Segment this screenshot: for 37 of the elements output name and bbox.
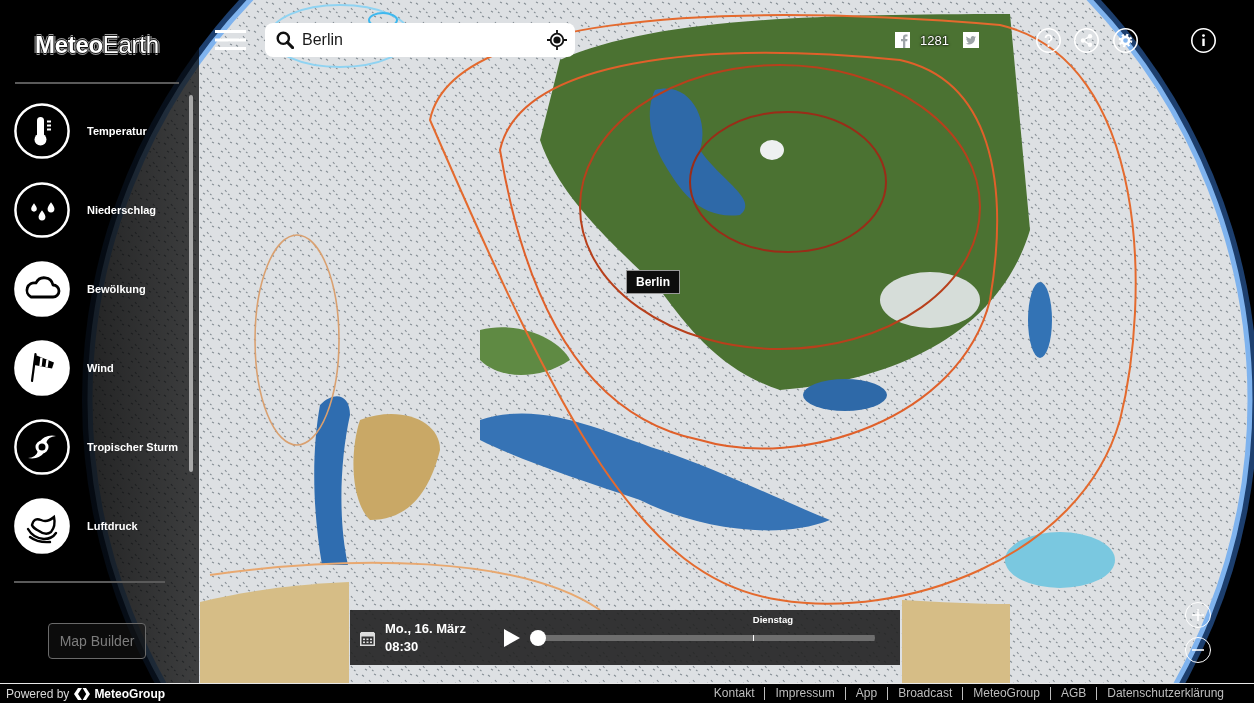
help-icon[interactable] [1036,27,1061,53]
calendar-icon[interactable] [360,631,375,646]
facebook-icon[interactable] [895,32,911,48]
powered-by-text: Powered by [6,686,70,701]
location-label: Berlin [626,270,680,294]
layer-button[interactable]: Temperatur [0,103,179,159]
footer-link[interactable]: App [844,687,888,700]
locate-icon[interactable] [547,30,567,50]
footer-link[interactable]: AGB [1049,687,1097,700]
footer-link[interactable]: Kontakt [703,687,765,700]
share-count: 1281 [920,32,949,48]
time-text: 08:30 [385,637,419,656]
footer-link[interactable]: Broadcast [887,687,963,700]
info-icon[interactable] [1191,27,1216,53]
footer-link[interactable]: Impressum [764,687,845,700]
day-label: Dienstag [752,613,793,625]
play-icon[interactable] [504,628,520,647]
menu-icon[interactable] [215,30,246,50]
layer-button[interactable]: Wind [0,340,179,396]
search-icon [276,31,294,49]
layer-button[interactable]: Bewölkung [0,261,179,317]
footer-link[interactable]: Datenschutzerklärung [1096,687,1224,700]
settings-icon[interactable] [1113,27,1138,53]
cloud-area [760,140,784,160]
brand-name: MeteoGroup [94,686,166,701]
search-field[interactable]: Berlin [265,23,575,57]
plus-icon [1192,609,1204,621]
brand-logo-icon [74,687,91,700]
slider-thumb[interactable] [530,629,546,646]
footer-link[interactable]: MeteoGroup [962,687,1050,700]
layer-button[interactable]: Luftdruck [0,498,179,554]
layer-button[interactable]: Niederschlag [0,182,179,238]
layer-button[interactable]: Tropischer Sturm [0,419,179,475]
minus-icon [1192,649,1204,651]
logo: MeteoEarth [35,30,159,60]
scrollbar-thumb[interactable] [189,95,193,472]
date-text: Mo., 16. März [385,619,466,638]
